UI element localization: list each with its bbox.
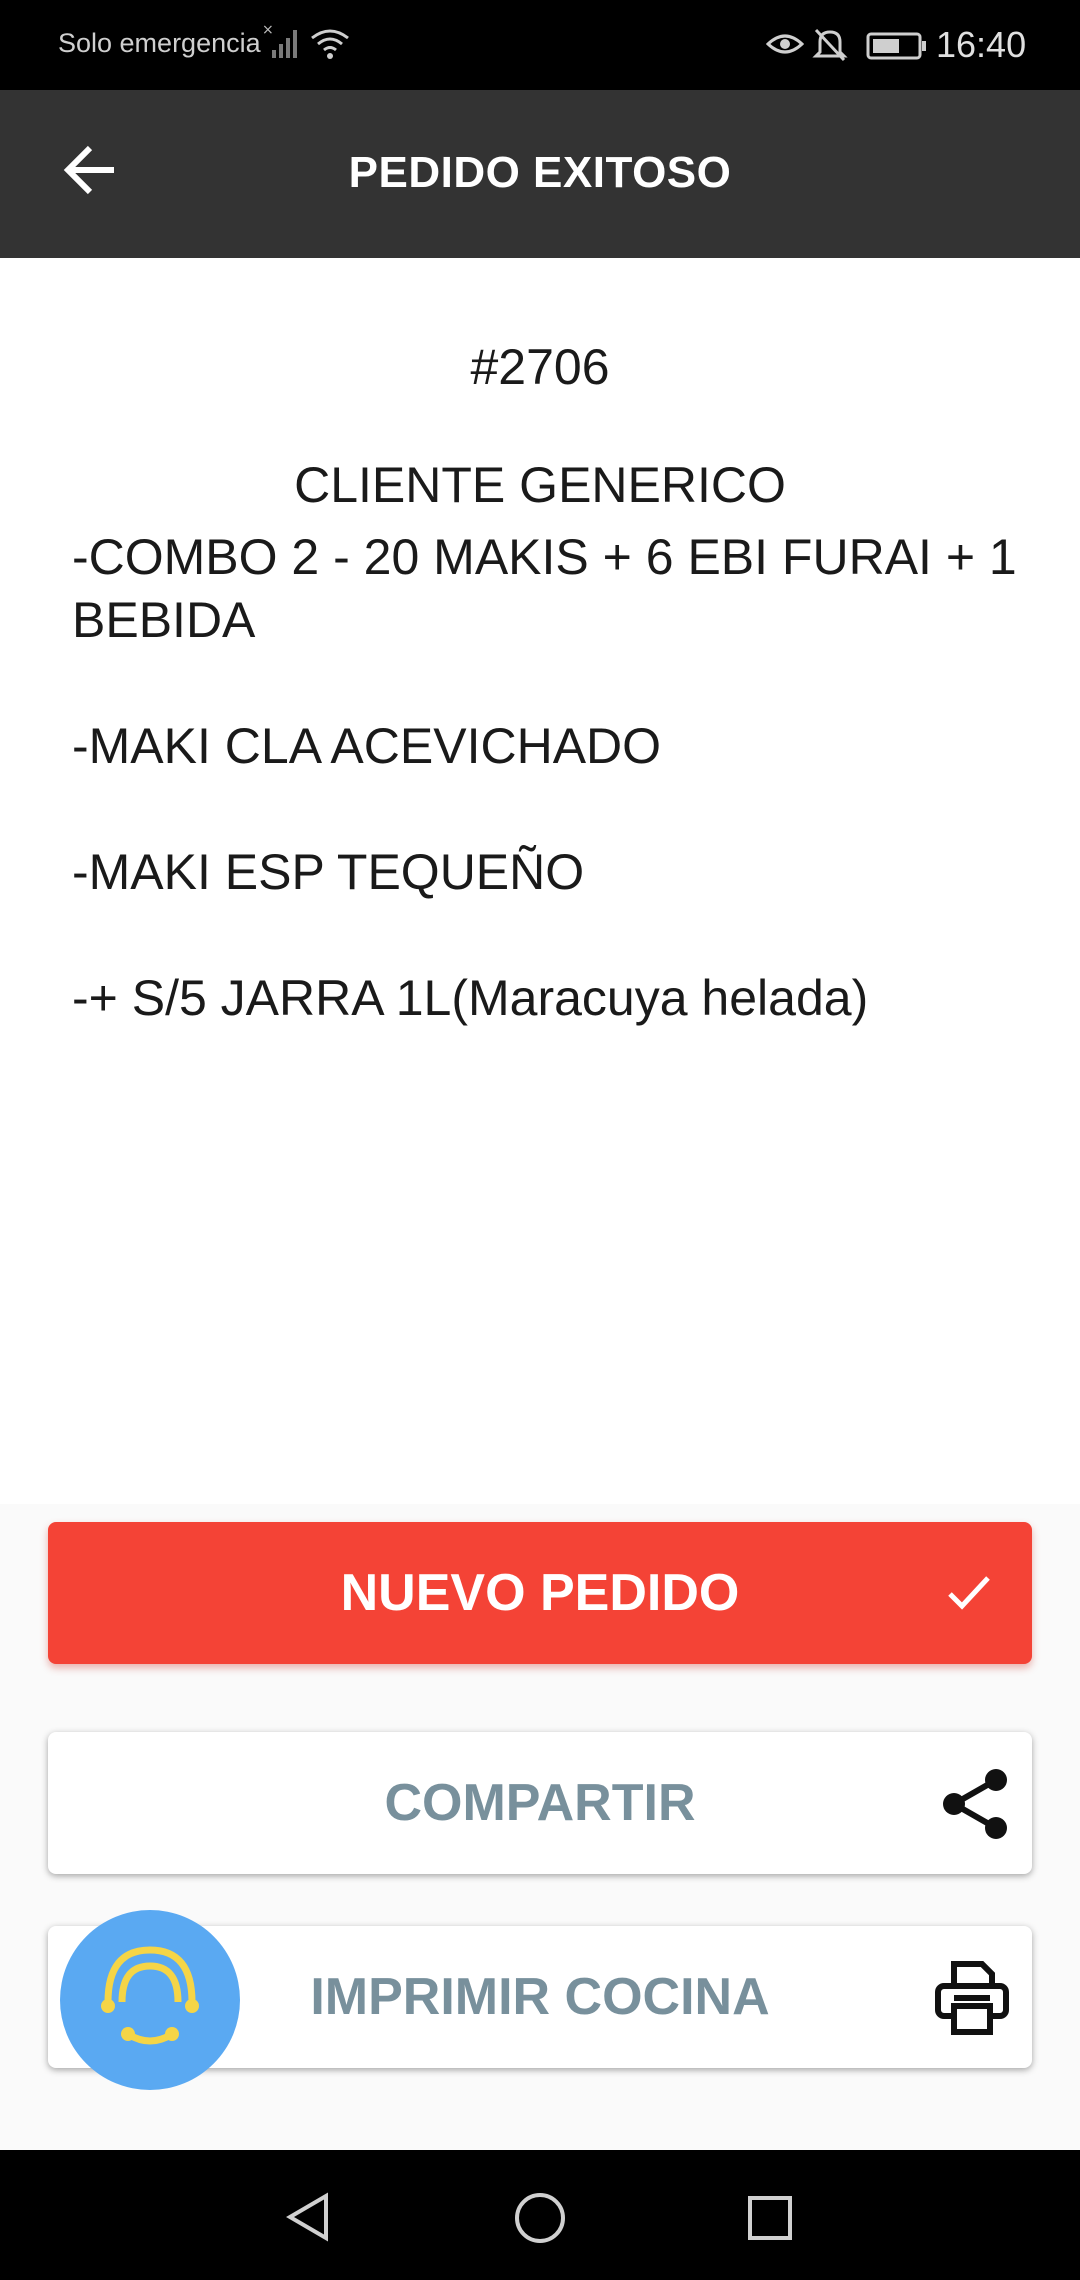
order-item: -MAKI ESP TEQUEÑO	[72, 844, 585, 900]
order-items-list: -COMBO 2 - 20 MAKIS + 6 EBI FURAI + 1 BE…	[72, 526, 1032, 1093]
share-icon	[938, 1766, 1014, 1847]
clock: 16:40	[936, 24, 1027, 65]
eye-comfort-icon	[765, 30, 805, 63]
order-item: -+ S/5 JARRA 1L(Maracuya helada)	[72, 970, 869, 1026]
share-button[interactable]: COMPARTIR	[48, 1732, 1032, 1874]
nav-recent-apps-icon[interactable]	[746, 2194, 794, 2247]
system-navigation-bar	[0, 2150, 1080, 2280]
signal-icon: ×	[262, 22, 302, 67]
check-icon	[944, 1568, 994, 1623]
support-chat-button[interactable]	[60, 1910, 240, 2090]
notifications-off-icon	[812, 26, 848, 69]
battery-icon	[866, 32, 928, 65]
printer-icon	[932, 1958, 1012, 2043]
nav-home-icon[interactable]	[512, 2190, 568, 2251]
chat-logo-icon	[101, 1946, 199, 2045]
order-item: -COMBO 2 - 20 MAKIS + 6 EBI FURAI + 1 BE…	[72, 529, 1017, 648]
page-title: PEDIDO EXITOSO	[348, 148, 732, 197]
order-number: #2706	[470, 339, 610, 395]
order-item: -MAKI CLA ACEVICHADO	[72, 718, 662, 774]
order-summary: #2706 CLIENTE GENERICO -COMBO 2 - 20 MAK…	[0, 258, 1080, 1504]
status-bar: Solo emergencia × 16:40	[0, 0, 1080, 90]
customer-name: CLIENTE GENERICO	[294, 457, 786, 513]
wifi-icon	[310, 26, 350, 67]
nav-back-icon[interactable]	[282, 2190, 336, 2249]
new-order-label: NUEVO PEDIDO	[340, 1564, 740, 1622]
share-label: COMPARTIR	[384, 1774, 696, 1832]
app-bar: PEDIDO EXITOSO	[0, 90, 1080, 258]
new-order-button[interactable]: NUEVO PEDIDO	[48, 1522, 1032, 1664]
svg-text:×: ×	[262, 22, 274, 38]
carrier-label: Solo emergencia	[58, 28, 261, 58]
